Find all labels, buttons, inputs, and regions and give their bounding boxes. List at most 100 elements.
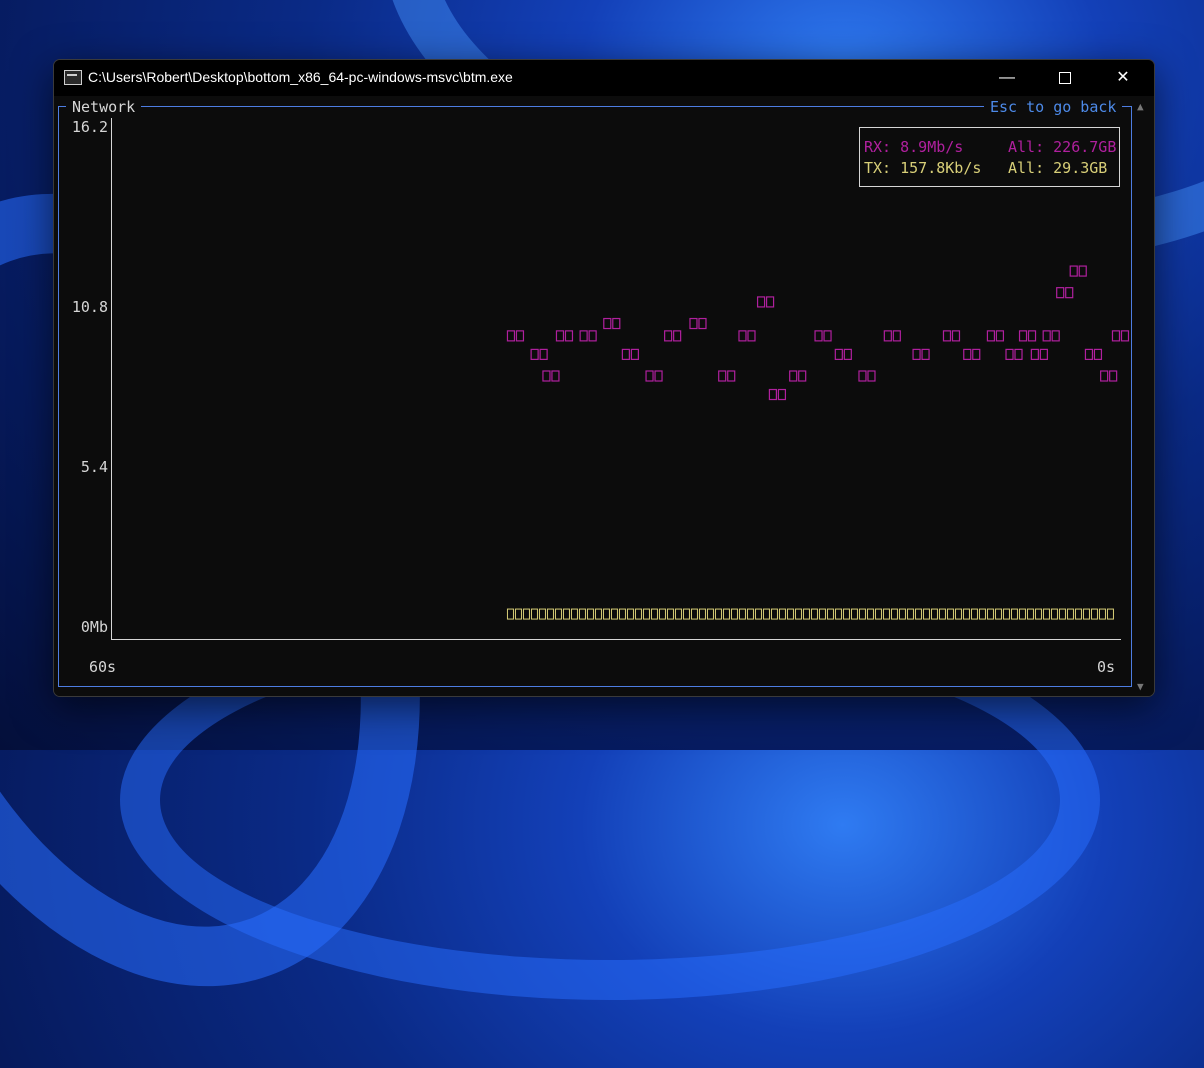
tx-series-point (530, 608, 538, 620)
rx-series-point (654, 370, 663, 382)
rx-series-point (630, 348, 639, 360)
rx-series-point (1065, 287, 1074, 299)
rx-series-point (834, 348, 843, 360)
tx-series-point (914, 608, 922, 620)
tx-series-point (874, 608, 882, 620)
tx-series-point (610, 608, 618, 620)
rx-series-point (588, 330, 597, 342)
tx-series-point (898, 608, 906, 620)
tx-series-point (946, 608, 954, 620)
rx-series-point (530, 348, 539, 360)
tx-series-point (754, 608, 762, 620)
tx-series-point (514, 608, 522, 620)
rx-series-point (814, 330, 823, 342)
rx-rate-label: RX: 8.9Mb/s (864, 138, 964, 156)
tx-series-point (642, 608, 650, 620)
rx-series-point (823, 330, 832, 342)
tx-series-point (1066, 608, 1074, 620)
rx-series-point (942, 330, 952, 342)
rx-series-point (621, 348, 630, 360)
rx-series-point (718, 370, 727, 382)
tx-series-point (1010, 608, 1018, 620)
tx-series-point (506, 608, 514, 620)
tx-series-point (1058, 608, 1066, 620)
rx-series-point (777, 388, 787, 401)
tx-series-point (618, 608, 626, 620)
rx-series-point (1100, 370, 1109, 382)
tx-series-point (786, 608, 794, 620)
tx-series-point (850, 608, 858, 620)
tx-series-point (762, 608, 770, 620)
tx-series-point (858, 608, 866, 620)
tx-series-point (554, 608, 562, 620)
rx-series-point (1056, 287, 1065, 299)
tx-total-label: All: 29.3GB (1008, 159, 1108, 177)
tx-series-point (522, 608, 530, 620)
tx-series-point (1002, 608, 1010, 620)
rx-series-point (1027, 330, 1037, 342)
tx-series-point (970, 608, 978, 620)
rx-total-label: All: 226.7GB (1008, 138, 1117, 156)
tx-series-point (634, 608, 642, 620)
tx-series-point (698, 608, 706, 620)
terminal-window: C:\Users\Robert\Desktop\bottom_x86_64-pc… (53, 59, 1155, 697)
network-legend: RX: 8.9Mb/s All: 226.7GB TX: 157.8Kb/s A… (859, 127, 1120, 187)
rx-series-point (673, 330, 682, 342)
tx-series-point (1098, 608, 1106, 620)
tx-series-point (602, 608, 610, 620)
tx-series-point (626, 608, 634, 620)
tx-series-point (1042, 608, 1050, 620)
tx-series-point (778, 608, 786, 620)
rx-series-point (1111, 330, 1121, 342)
tx-series-point (962, 608, 970, 620)
rx-series-point (1014, 348, 1023, 360)
tx-series-point (730, 608, 738, 620)
rx-series-point (539, 348, 548, 360)
rx-series-point (564, 330, 574, 342)
tx-series-point (722, 608, 730, 620)
tx-series-point (930, 608, 938, 620)
rx-series-point (506, 330, 516, 342)
tx-series-point (986, 608, 994, 620)
tx-series-point (1090, 608, 1098, 620)
rx-series-point (1039, 348, 1048, 360)
rx-series-point (789, 370, 798, 382)
tx-series-point (954, 608, 962, 620)
tx-series-point (546, 608, 554, 620)
rx-series-point (892, 330, 901, 342)
rx-series-point (1005, 348, 1014, 360)
rx-series-point (798, 370, 807, 382)
tx-series-point (682, 608, 690, 620)
rx-series-point (698, 317, 707, 330)
tx-series-point (994, 608, 1002, 620)
rx-series-point (1030, 348, 1039, 360)
tx-series-point (978, 608, 986, 620)
tx-series-point (890, 608, 898, 620)
tx-series-point (578, 608, 586, 620)
rx-series-point (843, 348, 852, 360)
rx-series-point (1051, 330, 1060, 342)
rx-series-point (738, 330, 747, 342)
rx-series-point (727, 370, 736, 382)
rx-series-point (1120, 330, 1130, 342)
rx-series-point (1018, 330, 1028, 342)
tx-series-point (674, 608, 682, 620)
rx-series-point (542, 370, 551, 382)
tx-series-point (810, 608, 818, 620)
rx-series-point (1109, 370, 1118, 382)
rx-series-point (995, 330, 1005, 342)
tx-series-point (594, 608, 602, 620)
rx-series-point (972, 348, 981, 360)
rx-series-point (912, 348, 921, 360)
rx-series-point (765, 296, 775, 308)
tx-series-point (658, 608, 666, 620)
tx-series-point (938, 608, 946, 620)
tx-series-point (562, 608, 570, 620)
rx-series-point (579, 330, 588, 342)
rx-series-point (555, 330, 565, 342)
rx-series-point (756, 296, 766, 308)
rx-series-point (1084, 348, 1094, 360)
rx-series-point (921, 348, 930, 360)
tx-series-point (882, 608, 890, 620)
rx-series-point (951, 330, 961, 342)
